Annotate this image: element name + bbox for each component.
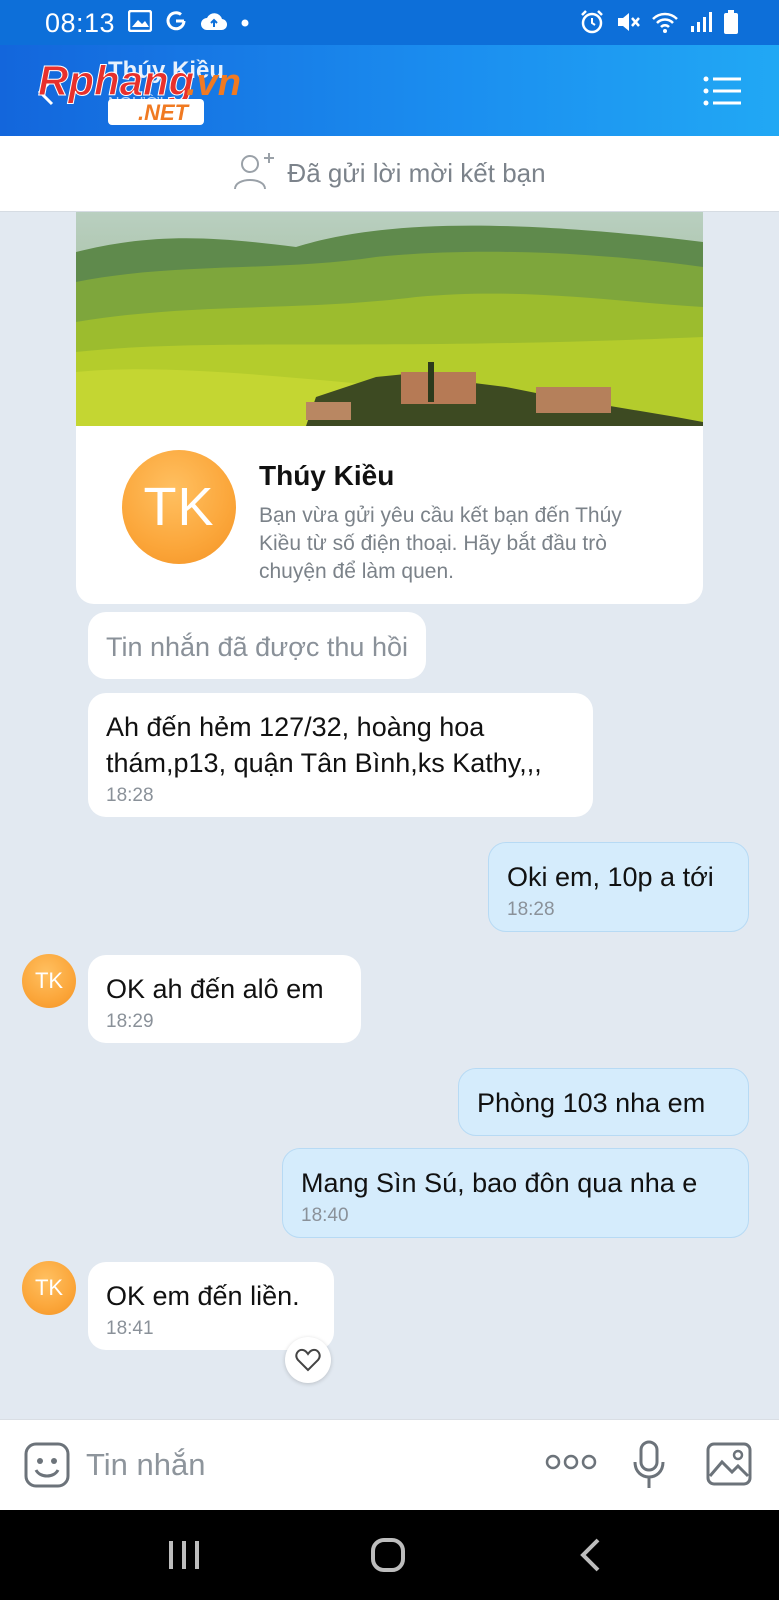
microphone-icon[interactable] bbox=[632, 1440, 666, 1495]
home-icon[interactable] bbox=[370, 1537, 406, 1578]
battery-icon bbox=[723, 9, 739, 40]
message-bubble-incoming[interactable]: OK em đến liền. 18:41 bbox=[88, 1262, 334, 1350]
profile-card: TK Thúy Kiều Bạn vừa gửi yêu cầu kết bạn… bbox=[76, 212, 703, 604]
message-text: Oki em, 10p a tới bbox=[507, 862, 714, 892]
friend-request-banner: Đã gửi lời mời kết bạn bbox=[0, 136, 779, 212]
message-input[interactable] bbox=[86, 1440, 506, 1490]
image-gallery-icon[interactable] bbox=[706, 1442, 752, 1491]
cloud-upload-icon bbox=[200, 10, 228, 37]
svg-text:.vn: .vn bbox=[186, 62, 241, 104]
message-text: OK em đến liền. bbox=[106, 1281, 300, 1311]
message-text: Phòng 103 nha em bbox=[477, 1088, 706, 1118]
message-bubble-outgoing[interactable]: Phòng 103 nha em bbox=[458, 1068, 749, 1136]
watermark-logo: Rphang .vn .NET bbox=[38, 55, 278, 125]
image-icon bbox=[127, 9, 153, 37]
status-bar: 08:13 bbox=[0, 0, 779, 45]
message-bubble-outgoing[interactable]: Mang Sìn Sú, bao đôn qua nha e 18:40 bbox=[282, 1148, 749, 1238]
signal-icon bbox=[689, 10, 713, 39]
sender-avatar[interactable]: TK bbox=[22, 954, 76, 1008]
profile-description: Bạn vừa gửi yêu cầu kết bạn đến Thúy Kiề… bbox=[259, 504, 622, 583]
sticker-emoji-icon[interactable] bbox=[24, 1442, 70, 1493]
wifi-icon bbox=[651, 10, 679, 39]
heart-reaction-button[interactable] bbox=[285, 1337, 331, 1383]
recent-apps-icon[interactable] bbox=[168, 1540, 200, 1575]
message-text: Tin nhắn đã được thu hồi bbox=[106, 632, 408, 662]
message-bubble-incoming[interactable]: OK ah đến alô em 18:29 bbox=[88, 955, 361, 1043]
menu-list-icon[interactable] bbox=[703, 75, 743, 112]
chat-header: Thúy Kiều NGƯỜI LẠ Rphang .vn .NET bbox=[0, 45, 779, 136]
message-bubble-incoming[interactable]: Ah đến hẻm 127/32, hoàng hoa thám,p13, q… bbox=[88, 693, 593, 817]
message-text: Ah đến hẻm 127/32, hoàng hoa thám,p13, q… bbox=[106, 712, 542, 778]
profile-name: Thúy Kiều bbox=[259, 460, 395, 491]
message-bubble-recalled[interactable]: Tin nhắn đã được thu hồi bbox=[88, 612, 426, 679]
message-time: 18:29 bbox=[106, 1011, 154, 1032]
google-icon bbox=[164, 9, 188, 38]
alarm-icon bbox=[579, 9, 605, 40]
message-time: 18:41 bbox=[106, 1318, 154, 1339]
message-time: 18:40 bbox=[301, 1205, 349, 1226]
sender-avatar[interactable]: TK bbox=[22, 1261, 76, 1315]
svg-text:.NET: .NET bbox=[138, 100, 190, 125]
heart-icon bbox=[295, 1348, 321, 1372]
contact-avatar[interactable]: TK bbox=[122, 450, 236, 564]
mute-icon bbox=[615, 9, 641, 40]
add-friend-icon bbox=[233, 151, 277, 196]
svg-text:Rphang: Rphang bbox=[38, 57, 194, 104]
message-text: Mang Sìn Sú, bao đôn qua nha e bbox=[301, 1168, 698, 1198]
message-time: 18:28 bbox=[507, 899, 555, 920]
message-input-bar bbox=[0, 1419, 779, 1510]
dot-icon bbox=[240, 15, 250, 33]
message-text: OK ah đến alô em bbox=[106, 974, 324, 1004]
message-bubble-outgoing[interactable]: Oki em, 10p a tới 18:28 bbox=[488, 842, 749, 932]
cover-photo bbox=[76, 212, 703, 426]
system-navigation-bar bbox=[0, 1510, 779, 1600]
message-time: 18:28 bbox=[106, 785, 154, 806]
friend-request-status: Đã gửi lời mời kết bạn bbox=[287, 158, 546, 188]
status-time: 08:13 bbox=[45, 8, 116, 38]
more-options-icon[interactable] bbox=[545, 1453, 597, 1476]
back-icon[interactable] bbox=[578, 1538, 602, 1577]
